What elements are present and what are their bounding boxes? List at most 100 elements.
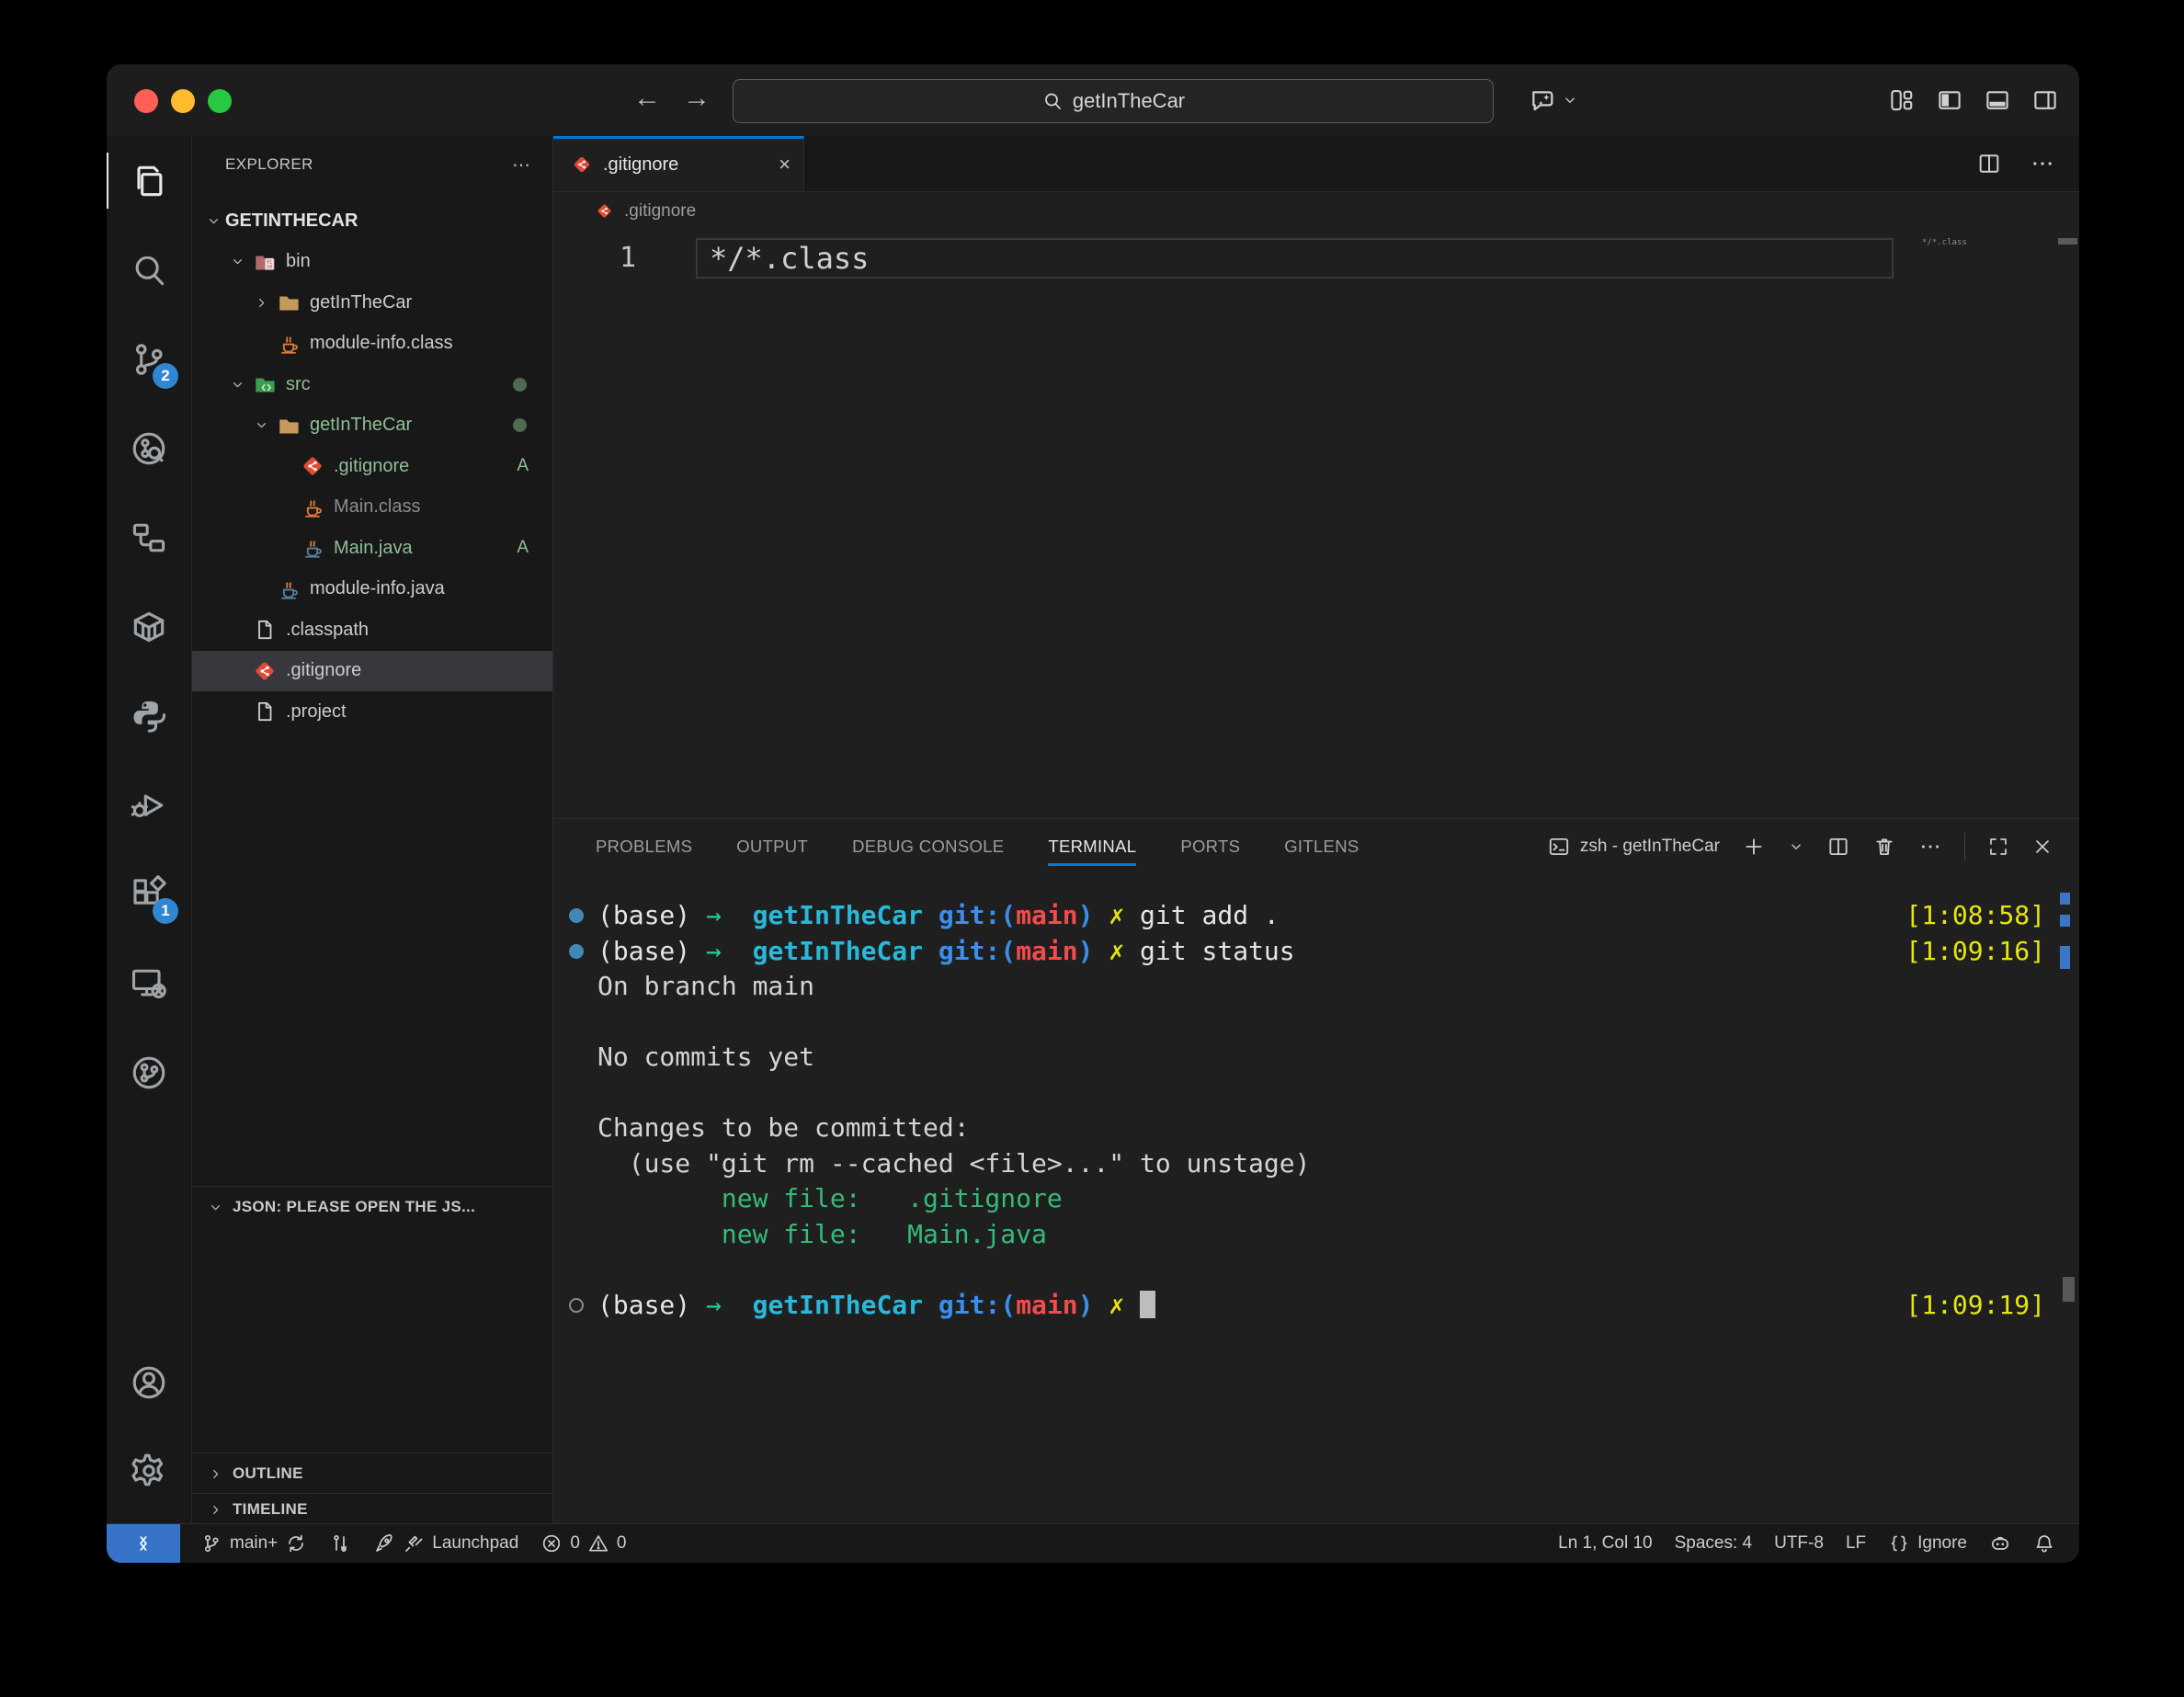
status-rocket[interactable]: Launchpad xyxy=(362,1524,529,1563)
panel-tab-debug-console[interactable]: DEBUG CONSOLE xyxy=(852,819,1004,874)
status-remote[interactable] xyxy=(107,1524,180,1563)
terminal-timestamp: [1:08:58] xyxy=(1905,898,2045,934)
editor-scrollbar[interactable] xyxy=(2056,231,2079,818)
terminal-scrollbar[interactable] xyxy=(2057,874,2079,1524)
command-decoration[interactable] xyxy=(569,1298,584,1313)
status-compare[interactable] xyxy=(318,1524,362,1563)
editor-code-area[interactable]: 1 */*.class */*.class xyxy=(553,231,2079,818)
toggle-sidebar-icon[interactable] xyxy=(1936,86,1963,114)
tree-item-label: .classpath xyxy=(286,620,369,641)
java-orange-icon xyxy=(275,330,302,358)
activity-item-search[interactable] xyxy=(107,225,191,314)
status-ignore[interactable]: Ignore xyxy=(1877,1524,1978,1563)
tree-item-label: getInTheCar xyxy=(310,415,412,436)
activity-item-settings[interactable] xyxy=(107,1427,191,1515)
search-icon xyxy=(129,250,169,290)
terminal-line xyxy=(597,1252,2045,1288)
status-branch[interactable]: main+ xyxy=(189,1524,318,1563)
copilot-chat-icon[interactable] xyxy=(1529,85,1558,115)
status-error[interactable]: 00 xyxy=(529,1524,637,1563)
activity-item-testing[interactable] xyxy=(107,760,191,849)
activity-item-remote-explorer[interactable] xyxy=(107,939,191,1028)
activity-item-python[interactable] xyxy=(107,671,191,760)
breadcrumb-item: .gitignore xyxy=(624,201,696,222)
activity-item-gitlens[interactable] xyxy=(107,404,191,493)
current-line-highlight xyxy=(696,238,1894,279)
command-decoration[interactable] xyxy=(569,908,584,923)
minimap[interactable]: */*.class xyxy=(1917,231,2056,818)
bottom-panel: PROBLEMS OUTPUT DEBUG CONSOLE TERMINAL PORTS… xyxy=(553,818,2079,1524)
terminal-text: ) xyxy=(1078,900,1094,930)
panel-tab-gitlens[interactable]: GITLENS xyxy=(1284,819,1359,874)
section-header-json[interactable]: JSON: PLEASE OPEN THE JS... xyxy=(192,1186,552,1227)
toggle-panel-icon[interactable] xyxy=(1984,86,2011,114)
section-header-timeline[interactable]: TIMELINE xyxy=(192,1493,552,1525)
tree-item-getinthecar[interactable]: getInTheCar xyxy=(192,282,552,324)
activity-item-git-graph[interactable] xyxy=(107,1028,191,1117)
tree-item--gitignore[interactable]: .gitignore xyxy=(192,651,552,692)
tree-item-module-info-java[interactable]: module-info.java xyxy=(192,569,552,610)
back-button[interactable]: ← xyxy=(632,83,662,114)
terminal-text xyxy=(1093,936,1109,966)
terminal-text: getInTheCar xyxy=(753,1290,923,1320)
chevron-down-icon xyxy=(225,377,249,393)
terminal-title[interactable]: zsh - getInTheCar xyxy=(1580,837,1720,857)
status-spaces-4[interactable]: Spaces: 4 xyxy=(1664,1524,1764,1563)
tree-item-module-info-class[interactable]: module-info.class xyxy=(192,324,552,365)
status-copilot[interactable] xyxy=(1978,1524,2022,1563)
zoom-window-button[interactable] xyxy=(208,89,232,113)
customize-layout-icon[interactable] xyxy=(1888,86,1916,114)
panel-tab-problems[interactable]: PROBLEMS xyxy=(596,819,692,874)
activity-item-source-control[interactable]: 2 xyxy=(107,314,191,404)
command-decoration[interactable] xyxy=(569,944,584,959)
toggle-secondary-sidebar-icon[interactable] xyxy=(2031,86,2059,114)
command-center-search[interactable]: getInTheCar xyxy=(733,79,1494,123)
close-panel-icon[interactable] xyxy=(2031,836,2053,858)
kill-terminal-icon[interactable] xyxy=(1872,835,1896,859)
tree-item-main-java[interactable]: Main.javaA xyxy=(192,528,552,569)
breadcrumb[interactable]: .gitignore xyxy=(553,192,2079,231)
activity-item-account[interactable] xyxy=(107,1338,191,1427)
folder-src-icon xyxy=(251,370,279,398)
activity-item-workspaces[interactable] xyxy=(107,493,191,582)
terminal[interactable]: (base) → getInTheCar git:(main) ✗ git ad… xyxy=(553,874,2079,1524)
status-bell[interactable] xyxy=(2022,1524,2066,1563)
tree-item-getinthecar[interactable]: GETINTHECAR xyxy=(192,200,552,242)
split-editor-icon[interactable] xyxy=(1976,151,2002,177)
maximize-panel-icon[interactable] xyxy=(1987,836,2009,858)
more-actions-icon[interactable]: ⋯ xyxy=(512,154,530,177)
panel-tab-output[interactable]: OUTPUT xyxy=(736,819,808,874)
tree-item-getinthecar[interactable]: getInTheCar xyxy=(192,405,552,447)
status-ln-1-col-10[interactable]: Ln 1, Col 10 xyxy=(1547,1524,1663,1563)
activity-item-container[interactable] xyxy=(107,582,191,671)
new-terminal-icon[interactable] xyxy=(1742,835,1766,859)
status-utf-8[interactable]: UTF-8 xyxy=(1763,1524,1835,1563)
panel-tab-terminal[interactable]: TERMINAL xyxy=(1048,819,1136,874)
tree-item--project[interactable]: .project xyxy=(192,691,552,733)
split-terminal-icon[interactable] xyxy=(1826,835,1850,859)
activity-item-explorer[interactable] xyxy=(107,136,191,225)
tree-item-bin[interactable]: 0110bin xyxy=(192,242,552,283)
minimap-line: */*.class xyxy=(1922,238,1967,247)
terminal-text: git add . xyxy=(1124,900,1280,930)
tree-item-main-class[interactable]: Main.class xyxy=(192,487,552,529)
panel-more-actions-icon[interactable] xyxy=(1918,835,1942,859)
tree-item-src[interactable]: src xyxy=(192,364,552,405)
chevron-down-icon[interactable] xyxy=(1562,92,1578,108)
tree-item--classpath[interactable]: .classpath xyxy=(192,609,552,651)
minimize-window-button[interactable] xyxy=(171,89,195,113)
tab-gitignore[interactable]: .gitignore × xyxy=(553,136,804,191)
status-lf[interactable]: LF xyxy=(1835,1524,1877,1563)
editor-more-actions-icon[interactable] xyxy=(2030,151,2055,177)
terminal-dropdown-icon[interactable] xyxy=(1788,838,1804,855)
forward-button[interactable]: → xyxy=(682,83,711,114)
panel-tab-ports[interactable]: PORTS xyxy=(1180,819,1240,874)
tree-item-label: module-info.class xyxy=(310,333,453,354)
close-window-button[interactable] xyxy=(134,89,158,113)
tree-item--gitignore[interactable]: .gitignoreA xyxy=(192,446,552,487)
activity-item-extensions[interactable]: 1 xyxy=(107,849,191,939)
close-tab-icon[interactable]: × xyxy=(779,153,791,177)
section-header-outline[interactable]: OUTLINE xyxy=(192,1452,552,1494)
terminal-text xyxy=(923,900,938,930)
divider xyxy=(1964,833,1965,860)
